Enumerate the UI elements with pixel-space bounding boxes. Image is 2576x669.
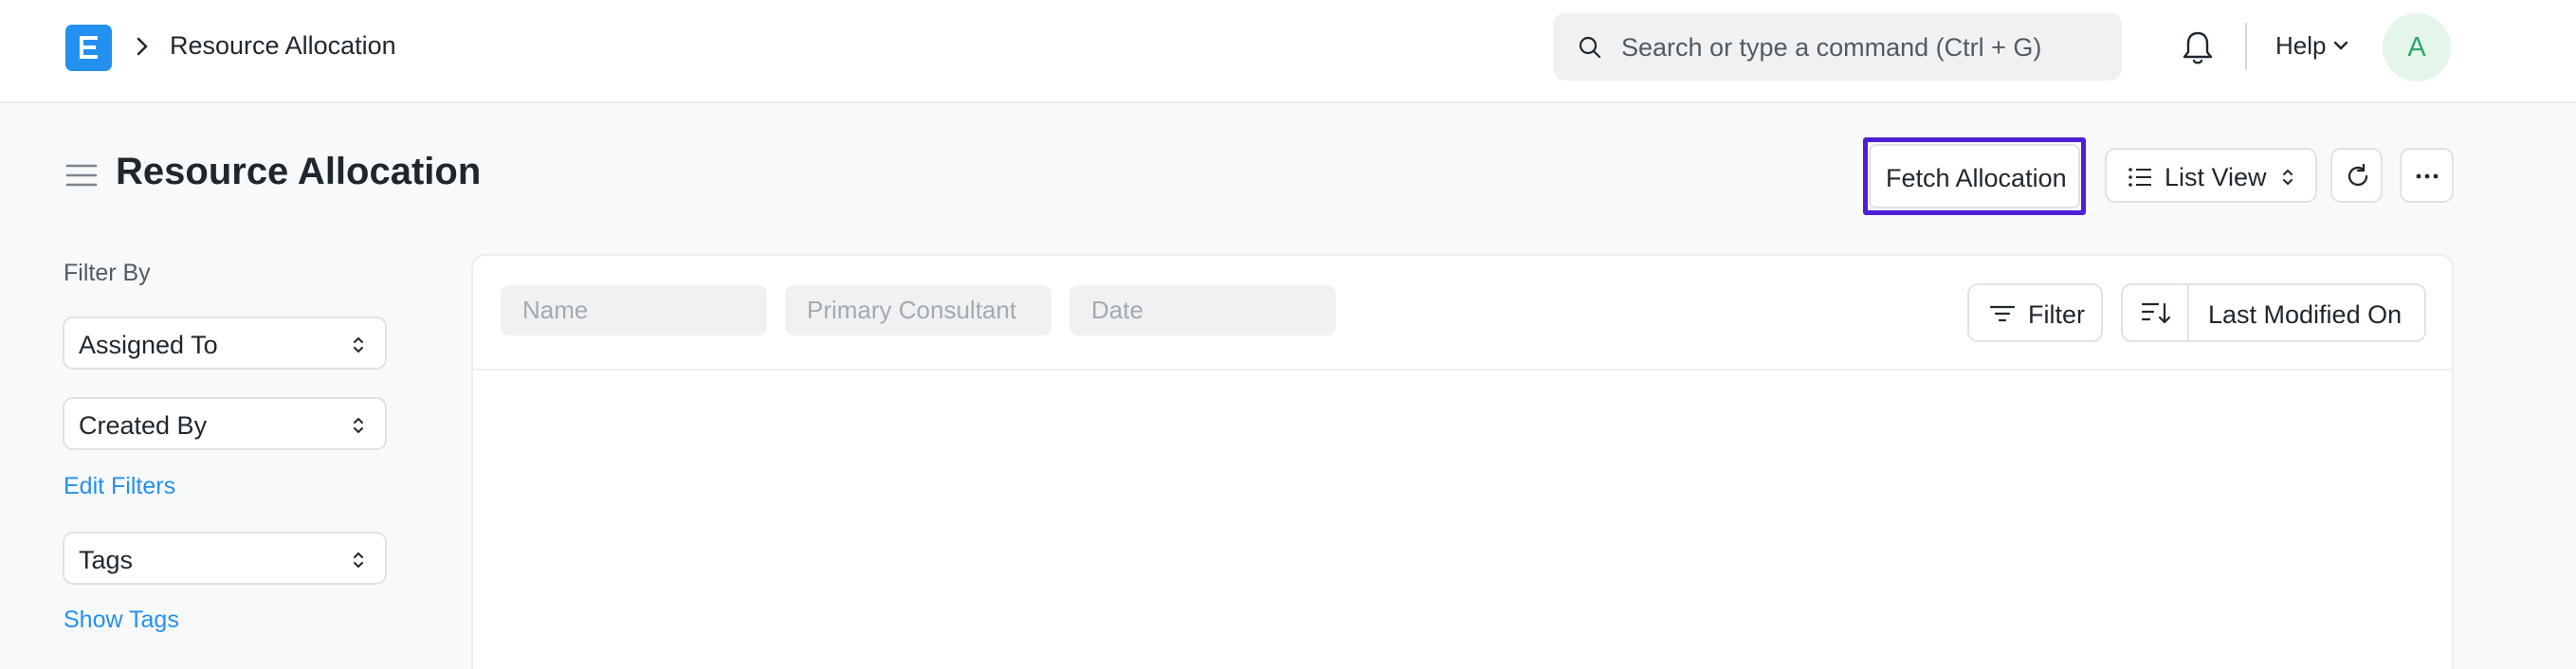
sort-order-button[interactable]: [2123, 285, 2189, 340]
filter-by-heading: Filter By: [64, 260, 151, 286]
breadcrumb-resource-allocation[interactable]: Resource Allocation: [170, 31, 396, 61]
list-icon: [2128, 168, 2151, 187]
sidebar-toggle-icon[interactable]: [65, 161, 98, 190]
fetch-allocation-button[interactable]: Fetch Allocation: [1869, 144, 2080, 208]
top-navbar: Resource Allocation Help A: [0, 0, 2576, 103]
chevron-right-icon: [137, 37, 148, 56]
awesome-bar[interactable]: [1553, 13, 2122, 81]
user-avatar[interactable]: A: [2383, 13, 2451, 81]
primary-consultant-filter-input[interactable]: [785, 285, 1051, 335]
list-panel: Filter Last Modified On: [471, 254, 2454, 669]
app-logo-icon[interactable]: [65, 25, 112, 71]
tags-select[interactable]: Tags: [63, 532, 387, 585]
panel-divider: [473, 369, 2452, 371]
search-input[interactable]: [1621, 27, 2095, 68]
filter-icon: [1990, 305, 2015, 322]
created-by-label: Created By: [79, 411, 208, 440]
up-down-chevron-icon: [354, 551, 363, 569]
show-tags-link[interactable]: Show Tags: [64, 606, 179, 634]
up-down-chevron-icon: [2283, 169, 2293, 186]
list-view-label: List View: [2165, 163, 2267, 191]
filter-button-label: Filter: [2028, 300, 2085, 329]
help-dropdown[interactable]: Help: [2275, 31, 2326, 61]
more-options-button[interactable]: [2400, 148, 2454, 203]
navbar-divider: [2245, 23, 2247, 70]
filter-button[interactable]: Filter: [1967, 283, 2103, 342]
sort-by-label[interactable]: Last Modified On: [2208, 300, 2402, 330]
name-filter-input[interactable]: [501, 285, 767, 335]
ellipsis-icon: [2416, 173, 2439, 179]
page-title: Resource Allocation: [116, 151, 482, 192]
refresh-button[interactable]: [2330, 148, 2383, 203]
chevron-down-icon[interactable]: [2332, 40, 2349, 51]
search-icon: [1579, 36, 1601, 59]
up-down-chevron-icon: [354, 336, 363, 353]
sort-descending-icon: [2141, 302, 2171, 324]
sort-selector[interactable]: Last Modified On: [2121, 283, 2426, 342]
list-view-switcher[interactable]: List View: [2105, 148, 2317, 203]
assigned-to-label: Assigned To: [79, 331, 218, 359]
edit-filters-link[interactable]: Edit Filters: [64, 473, 175, 500]
created-by-select[interactable]: Created By: [63, 397, 387, 450]
tags-label: Tags: [79, 546, 134, 574]
fetch-allocation-label: Fetch Allocation: [1886, 164, 2067, 192]
up-down-chevron-icon: [354, 417, 363, 434]
date-filter-input[interactable]: [1069, 285, 1336, 335]
refresh-icon: [2348, 163, 2368, 187]
assigned-to-select[interactable]: Assigned To: [63, 316, 387, 370]
notification-bell-icon[interactable]: [2181, 29, 2215, 67]
